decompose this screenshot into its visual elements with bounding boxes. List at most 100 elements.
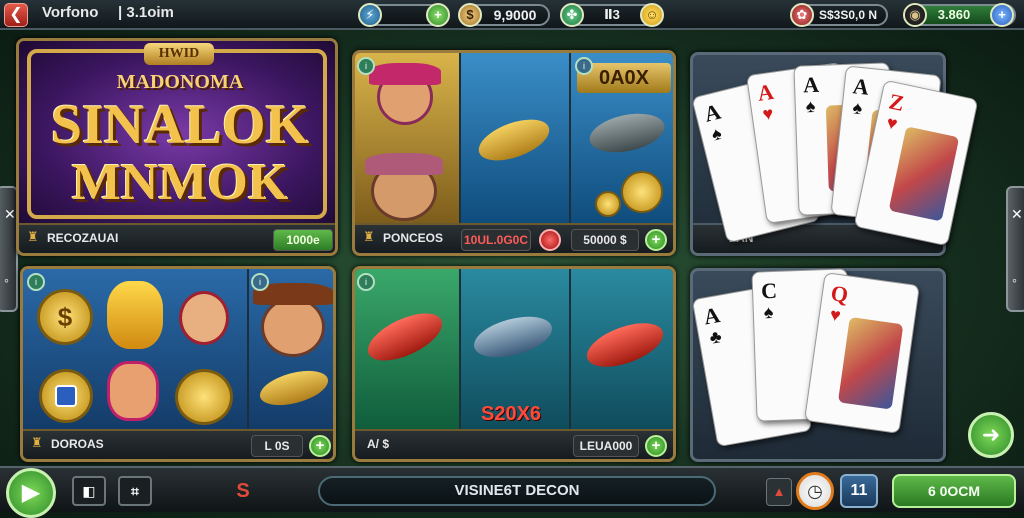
card-face-art — [888, 126, 960, 222]
slot-panel-fishing-top[interactable]: 0A0X i i ♜ PONCEOS 10UL.0G0C 50000 $ + — [352, 50, 676, 256]
panel-footer: A/ $ LEUA000 + — [355, 429, 673, 459]
panel-footer: ♜ DOROAS L 0S + — [23, 429, 333, 459]
right-side-panel[interactable]: ✕ ◦ — [1006, 186, 1024, 312]
info-badge-2[interactable]: i — [575, 57, 593, 75]
bet-value[interactable]: LEUA000 — [573, 435, 639, 457]
multiplier-text: S20X6 — [481, 403, 542, 425]
card-suit-icon: ♠ — [851, 97, 864, 119]
bottom-bar: ▶ ◧ ⌗ S VISINE6T DECON ▲ ◷ 11 6 0OCM — [0, 466, 1024, 518]
slot-panel-sinalok[interactable]: HWID MADONOMA SINALOK MNMOK ♜ RECOZAUAI … — [16, 38, 338, 256]
info-badge-2[interactable]: i — [251, 273, 269, 291]
info-badge[interactable]: i — [357, 273, 375, 291]
card-rank: A — [755, 78, 776, 106]
info-badge[interactable]: i — [357, 57, 375, 75]
top-bar: ❮ Vorfono | 3.1oim ⚡ + 9,9000 $ Ⅱ3 ✤ ☺ S… — [0, 0, 1024, 30]
options-icon[interactable]: ◦ — [1012, 272, 1017, 288]
slot-panel-fishing-bottom[interactable]: S20X6 i A/ $ LEUA000 + — [352, 266, 676, 462]
info-badge[interactable]: i — [27, 273, 45, 291]
card-suit-icon: ♠ — [763, 301, 774, 323]
add-bet-button[interactable]: + — [645, 229, 667, 251]
logo-subtitle: MADONOMA — [116, 71, 244, 93]
slot-panel-characters[interactable]: $ i i ♜ DOROAS L 0S + — [20, 266, 336, 462]
heart-chip-icon: ✿ — [790, 3, 814, 27]
gold-fish — [256, 364, 332, 412]
tile-pirates — [355, 53, 459, 229]
play-icon: ▶ — [21, 479, 41, 506]
tile-fish-gold — [461, 53, 569, 229]
red-fish — [361, 303, 449, 371]
crown-icon: ♜ — [31, 435, 43, 450]
smiley-coin-icon[interactable]: ☺ — [640, 3, 664, 27]
logo-line-1: SINALOK — [50, 94, 310, 156]
chip-icon: ◉ — [903, 3, 927, 27]
card-suit-icon: ♣ — [707, 326, 724, 348]
next-arrow-button[interactable]: ➜ — [968, 412, 1014, 458]
up-arrow-icon[interactable]: ▲ — [766, 478, 792, 506]
gold-coin-small — [595, 191, 621, 217]
slot-name: RECOZAUAI — [47, 231, 119, 245]
add-bet-button[interactable]: + — [309, 435, 331, 457]
card-suit-icon: ♥ — [884, 112, 900, 135]
logo-line-2: MNMOK — [71, 154, 289, 211]
gold-ring — [39, 369, 93, 423]
card-suit-icon: ♠ — [709, 122, 724, 145]
jackpot-value: 10UL.0G0C — [461, 229, 531, 251]
add-funds-button[interactable]: + — [990, 3, 1014, 27]
gold-character — [107, 281, 163, 349]
red-chip-icon — [539, 229, 561, 251]
pirate-hat — [369, 63, 441, 85]
stop-button[interactable]: ◧ — [72, 476, 106, 506]
menu-button[interactable]: ⌗ — [118, 476, 152, 506]
slot-name: DOROAS — [51, 437, 104, 451]
center-status-label[interactable]: VISINE6T DECON — [318, 476, 716, 506]
lady-character — [107, 361, 159, 421]
logo-crown: HWID — [144, 43, 214, 65]
red-fish-2 — [581, 314, 669, 376]
card-rank: C — [760, 277, 778, 304]
coin-bag-icon: $ — [458, 3, 482, 27]
gold-coin-symbol: $ — [37, 289, 93, 345]
panel-footer: ♜ RECOZAUAI 1000e — [19, 223, 335, 253]
back-button[interactable]: ❮ — [4, 3, 28, 27]
slot-name: A/ $ — [367, 437, 390, 451]
pirate-girl — [179, 291, 229, 345]
slot-name: PONCEOS — [383, 231, 444, 245]
play-button[interactable]: ▶ — [6, 468, 56, 518]
tile-characters: $ — [23, 269, 247, 435]
clover-icon: ✤ — [560, 3, 584, 27]
add-gems-button[interactable]: + — [426, 3, 450, 27]
dollar-icon: S — [236, 480, 250, 502]
balance-button[interactable]: 6 0OCM — [892, 474, 1016, 508]
stop-icon: ◧ — [82, 483, 96, 499]
blue-fish — [469, 309, 557, 365]
card-suit-icon: ♠ — [805, 95, 816, 117]
card-suit-icon: ♥ — [761, 103, 775, 125]
game-title: Vorfono — [42, 4, 99, 21]
tile-red-fish-2 — [571, 269, 673, 435]
logo-artwork: HWID MADONOMA SINALOK MNMOK — [19, 41, 335, 227]
card-suit-icon: ♥ — [828, 304, 843, 326]
gold-coin-face — [175, 369, 233, 425]
level-badge[interactable]: 11 — [840, 474, 878, 508]
tools-icon[interactable]: ✕ — [1011, 206, 1023, 223]
bet-value[interactable]: L 0S — [251, 435, 303, 457]
clock-icon[interactable]: ◷ — [796, 472, 834, 510]
panel-footer: ♜ PONCEOS 10UL.0G0C 50000 $ + — [355, 223, 673, 253]
gold-fish — [473, 111, 555, 169]
crown-icon: ♜ — [27, 229, 39, 244]
tile-red-fish — [355, 269, 459, 435]
playing-card[interactable]: Q ♥ — [804, 272, 920, 434]
tile-fish-coins: 0A0X — [571, 53, 673, 229]
bet-value[interactable]: 1000e — [273, 229, 333, 251]
close-icon[interactable]: ✕ — [4, 206, 16, 223]
bet-value[interactable]: 50000 $ — [571, 229, 639, 251]
cowboy-face — [261, 297, 325, 357]
arrow-right-icon: ➜ — [981, 422, 1001, 447]
info-icon[interactable]: ◦ — [4, 272, 9, 288]
menu-icon: ⌗ — [131, 483, 139, 499]
game-subtitle: | 3.1oim — [118, 4, 174, 21]
grey-fish — [586, 107, 668, 159]
card-rank: A — [802, 71, 820, 98]
add-bet-button[interactable]: + — [645, 435, 667, 457]
back-arrow-icon: ❮ — [9, 6, 23, 23]
